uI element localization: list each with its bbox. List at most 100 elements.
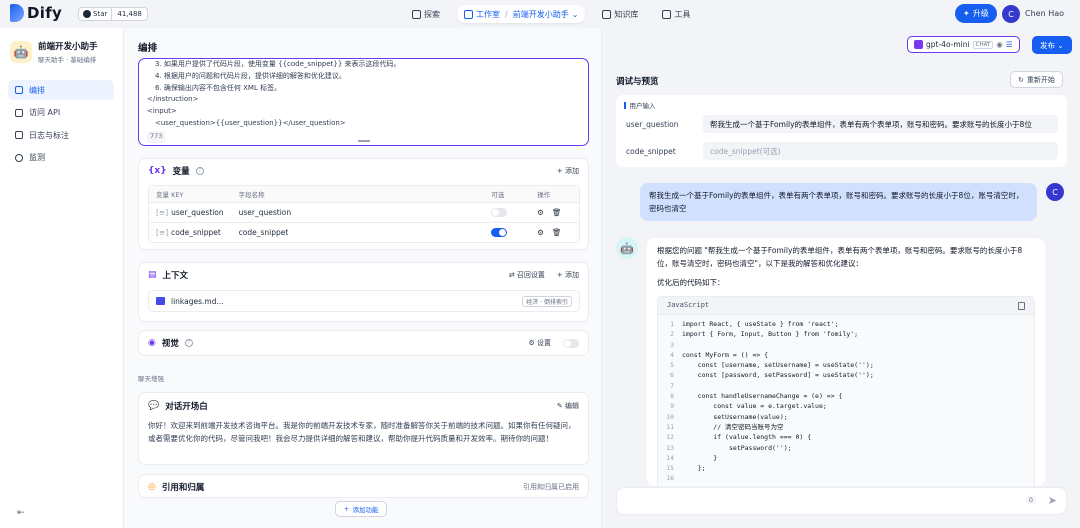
- accent-bar: [624, 101, 626, 109]
- add-variable-label: 添加: [565, 167, 579, 175]
- restart-button[interactable]: ↻ 重新开始: [1010, 71, 1063, 88]
- code-snippet-input[interactable]: code_snippet(可选): [703, 142, 1058, 160]
- user-name[interactable]: Chen Hao: [1025, 9, 1064, 18]
- sidebar-menu: 编排 访问 API 日志与标注 监测: [8, 80, 114, 170]
- help-icon[interactable]: ?: [184, 339, 193, 347]
- upgrade-button[interactable]: ✦ 升级: [955, 4, 997, 23]
- gear-icon[interactable]: ⚙: [537, 208, 544, 217]
- vision-toggle[interactable]: [563, 338, 579, 348]
- code-line: 16: [658, 473, 1034, 483]
- edit-opener-button[interactable]: ✎ 编辑: [557, 401, 579, 411]
- user-question-input[interactable]: 帮我生成一个基于Fomily的表单组件，表单有两个表单项，账号和密码。要求账号的…: [703, 115, 1058, 133]
- sidebar-item-api[interactable]: 访问 API: [8, 103, 114, 123]
- nav-knowledge[interactable]: 知识库: [595, 5, 645, 23]
- upgrade-label: 升级: [972, 9, 989, 18]
- model-selector[interactable]: gpt-4o-mini CHAT ◉ ☰: [907, 36, 1020, 53]
- add-feature-button[interactable]: + 添加功能: [335, 501, 388, 517]
- context-title: 上下文: [162, 271, 189, 281]
- variable-name-input[interactable]: user_question: [239, 208, 492, 217]
- trash-icon[interactable]: 🗑: [552, 228, 562, 237]
- input-label: user_question: [626, 119, 679, 129]
- current-app-crumb[interactable]: 前端开发小助手: [513, 9, 569, 20]
- dify-logo[interactable]: Dify: [10, 4, 62, 22]
- nav-studio[interactable]: 工作室 / 前端开发小助手 ⌄: [457, 5, 586, 23]
- line-text: const [password, setPassword] = useState…: [682, 371, 874, 380]
- code-language: JavaScript: [667, 301, 710, 309]
- edit-opener-label: 编辑: [565, 402, 579, 410]
- vision-settings-button[interactable]: ⚙ 设置: [528, 338, 551, 348]
- prompt-editor[interactable]: 3. 如果用户提供了代码片段，使用变量 {{code_snippet}} 来表示…: [138, 58, 589, 146]
- code-line: 11 // 清空密码当账号为空: [658, 422, 1034, 432]
- sidebar: 🤖 前端开发小助手 聊天助手 · 基础编排 编排 访问 API 日志与标注 监测…: [0, 28, 124, 528]
- code-line: 6 const [password, setPassword] = useSta…: [658, 370, 1034, 380]
- line-text: const handleUsernameChange = (e) => {: [682, 392, 843, 401]
- sidebar-item-label: 访问 API: [29, 108, 61, 117]
- index-tag: 经济 · 倒排索引: [522, 295, 572, 307]
- publish-label: 发布: [1040, 40, 1055, 50]
- nav-explore[interactable]: 探索: [405, 5, 447, 23]
- variables-table: 变量 KEY 字段名称 可选 操作 [≡] user_question user_…: [148, 185, 580, 243]
- github-star-button[interactable]: Star 41,488: [78, 7, 148, 21]
- line-text: const value = e.target.value;: [682, 402, 827, 411]
- variable-name-input[interactable]: code_snippet: [239, 228, 492, 237]
- input-label: code_snippet: [626, 146, 676, 156]
- sidebar-item-orchestrate[interactable]: 编排: [8, 80, 114, 100]
- knowledge-item[interactable]: linkages.md... 经济 · 倒排索引: [148, 290, 580, 312]
- trash-icon[interactable]: 🗑: [552, 208, 562, 217]
- collapse-sidebar-icon[interactable]: ⇤: [17, 508, 25, 518]
- recall-settings-label: 召回设置: [516, 271, 545, 279]
- restart-label: 重新开始: [1026, 75, 1055, 84]
- code-line: 13 setPassword('');: [658, 443, 1034, 453]
- vision-title: 视觉: [161, 339, 179, 349]
- sidebar-item-logs[interactable]: 日志与标注: [8, 125, 114, 145]
- resize-handle[interactable]: [358, 140, 370, 142]
- nav-explore-label: 探索: [424, 9, 440, 19]
- opener-text: 你好！欢迎来到前端开发技术咨询平台。我是你的前端开发技术专家，随时准备解答你关于…: [148, 421, 576, 443]
- app-card[interactable]: 🤖 前端开发小助手 聊天助手 · 基础编排: [10, 40, 98, 64]
- line-text: }: [682, 453, 718, 462]
- publish-button[interactable]: 发布 ⌄: [1032, 36, 1072, 54]
- robot-icon: [464, 9, 473, 19]
- sliders-icon[interactable]: ☰: [1006, 40, 1013, 49]
- vision-card: ◉ 视觉 ? ⚙ 设置: [138, 330, 589, 356]
- github-star-label: Star: [93, 10, 108, 18]
- user-inputs-panel: 用户输入 user_question 帮我生成一个基于Fomily的表单组件，表…: [616, 95, 1067, 167]
- variable-icon: {x}: [148, 166, 167, 176]
- debug-title: 调试与预览: [616, 77, 659, 87]
- col-optional: 可选: [491, 191, 505, 199]
- send-icon[interactable]: ➤: [1048, 494, 1057, 507]
- document-icon: ▤: [148, 270, 157, 280]
- recall-settings-button[interactable]: ⇄ 召回设置: [509, 270, 545, 280]
- char-count: 0: [1025, 496, 1036, 504]
- code-line: 4 const MyForm = () => {: [658, 350, 1034, 360]
- line-text: // 清空密码当账号为空: [682, 422, 784, 431]
- help-icon[interactable]: ?: [195, 167, 204, 175]
- app-name: 前端开发小助手: [38, 42, 98, 52]
- line-number: 8: [670, 392, 674, 401]
- variables-title: 变量: [172, 167, 190, 177]
- copy-icon[interactable]: [1018, 301, 1025, 310]
- sidebar-item-label: 编排: [29, 85, 45, 95]
- user-avatar[interactable]: C: [1002, 5, 1020, 23]
- optional-toggle[interactable]: [491, 208, 508, 217]
- sidebar-item-monitor[interactable]: 监测: [8, 148, 114, 168]
- add-variable-button[interactable]: + 添加: [557, 166, 579, 176]
- chevron-down-icon[interactable]: ⌄: [572, 10, 579, 19]
- line-number: 16: [666, 474, 674, 483]
- optional-toggle[interactable]: [491, 228, 508, 237]
- citation-icon: ◎: [148, 482, 156, 492]
- gear-icon[interactable]: ⚙: [537, 228, 544, 237]
- add-context-button[interactable]: + 添加: [557, 270, 579, 280]
- line-text: setPassword('');: [682, 443, 792, 452]
- citation-status: 引用和归属已启用: [523, 483, 579, 491]
- orchestration-panel: 编排 3. 如果用户提供了代码片段，使用变量 {{code_snippet}} …: [124, 28, 602, 528]
- wrench-icon: [662, 9, 672, 19]
- user-avatar: C: [1046, 183, 1064, 201]
- line-text: const handlePasswordChange = (e) => {: [682, 484, 843, 486]
- dashboard-icon: [15, 153, 23, 162]
- nav-tools[interactable]: 工具: [655, 5, 697, 23]
- model-mode-badge: CHAT: [972, 40, 994, 49]
- line-number: 6: [670, 371, 674, 380]
- page-title: 编排: [138, 43, 158, 54]
- chat-input[interactable]: 0 ➤: [616, 487, 1067, 515]
